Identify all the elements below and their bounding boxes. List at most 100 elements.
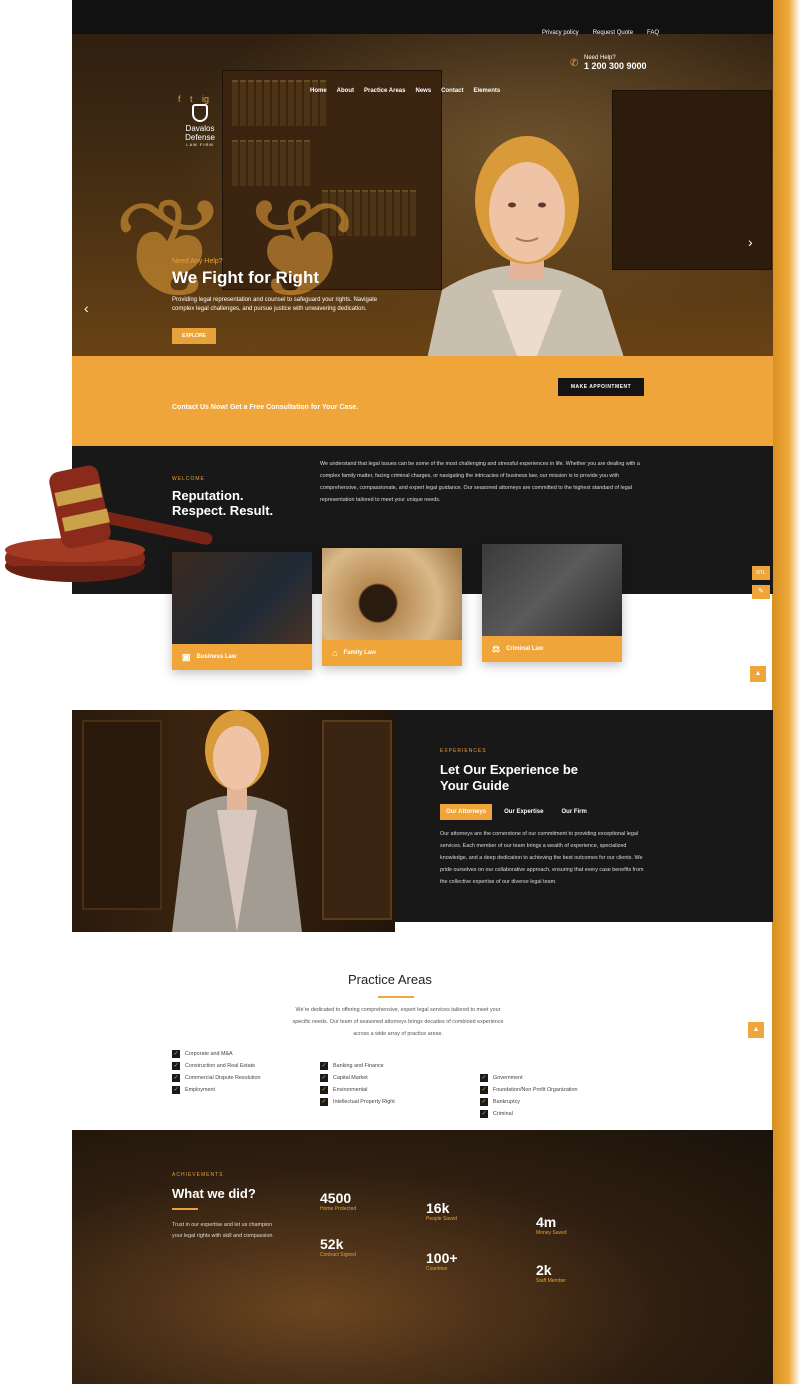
check-icon: ✓ — [480, 1110, 488, 1118]
experience-text: Our attorneys are the cornerstone of our… — [440, 831, 644, 885]
list-item: ✓ Government — [480, 1074, 523, 1082]
nav-contact[interactable]: Contact — [441, 88, 463, 94]
check-icon: ✓ — [480, 1086, 488, 1094]
phone-icon: ✆ — [570, 58, 579, 69]
experience-title: Let Our Experience be Your Guide — [440, 762, 578, 793]
gavel-icon: ⚖ — [492, 643, 501, 654]
logo-mark-icon — [192, 104, 208, 122]
stats-section — [72, 1130, 773, 1384]
nav-elements[interactable]: Elements — [474, 88, 501, 94]
briefcase-icon: ▣ — [182, 651, 191, 662]
hero-eyebrow: Need Any Help? — [172, 258, 223, 265]
stats-title: What we did? — [172, 1186, 256, 1201]
practice-column-3: ✓ Government ✓ Foundation/Non Profit Organ… — [480, 1072, 578, 1120]
cta-text: Contact Us Now! Get a Free Consultation … — [172, 404, 359, 411]
check-icon: ✓ — [172, 1074, 180, 1082]
tab-our-expertise[interactable]: Our Expertise — [498, 804, 549, 820]
practice-card-criminal[interactable]: ⚖ Criminal Law — [482, 544, 622, 662]
gavel-decoration — [5, 465, 213, 582]
hero-text: Providing legal representation and couns… — [172, 297, 378, 312]
scroll-top-button[interactable]: ▲ — [748, 1022, 764, 1038]
nav-home[interactable]: Home — [310, 88, 327, 94]
experience-attorney-photo — [72, 710, 395, 932]
check-icon: ✓ — [320, 1098, 328, 1106]
stat-item: 4500 Home Protected — [320, 1190, 357, 1212]
title-underline — [378, 996, 414, 998]
nav-practice-areas[interactable]: Practice Areas — [364, 88, 405, 94]
stat-item: 16k People Saved — [426, 1200, 458, 1222]
check-icon: ✓ — [320, 1074, 328, 1082]
stats-eyebrow: ACHIEVEMENTS — [172, 1172, 224, 1178]
title-underline — [172, 1208, 198, 1210]
tab-our-firm[interactable]: Our Firm — [555, 804, 592, 820]
family-law-photo — [322, 548, 462, 640]
list-item: ✓ Environmental — [320, 1086, 368, 1094]
website-mockup: ❦ ❦ ‹ › f t ig Davalos Defense LAW FIRM … — [72, 0, 773, 1384]
slider-prev-arrow[interactable]: ‹ — [84, 300, 89, 316]
tab-our-attorneys[interactable]: Our Attorneys — [440, 804, 493, 820]
card-label: Business Law — [196, 654, 237, 660]
list-item: ✓ Capital Market — [320, 1074, 368, 1082]
page-edge-decoration — [772, 0, 800, 1384]
slider-next-arrow[interactable]: › — [748, 234, 753, 250]
card-label: Family Law — [343, 650, 376, 656]
brand-name: Davalos Defense — [185, 124, 215, 142]
main-nav: Home About Practice Areas News Contact E… — [310, 88, 500, 94]
edit-icon[interactable]: ✎ — [752, 585, 770, 599]
stat-item: 4m Money Saved — [536, 1214, 567, 1236]
twitter-icon[interactable]: t — [190, 94, 193, 104]
practice-column-2: ✓ Banking and Finance ✓ Capital Market ✓ En… — [320, 1060, 395, 1108]
list-item: ✓ Corporate and M&A — [172, 1050, 233, 1058]
scroll-top-button[interactable]: ▲ — [750, 666, 766, 682]
check-icon: ✓ — [320, 1062, 328, 1070]
check-icon: ✓ — [172, 1086, 180, 1094]
stats-text: Trust in our expertise and let us champi… — [172, 1222, 274, 1239]
list-item: ✓ Commercial Dispute Resolution — [172, 1074, 261, 1082]
top-bar — [72, 0, 773, 34]
check-icon: ✓ — [172, 1062, 180, 1070]
hero-section: ❦ ❦ ‹ › — [72, 0, 773, 382]
hero-attorney-photo — [422, 136, 632, 382]
brand-tagline: LAW FIRM — [186, 142, 214, 147]
list-item: ✓ Construction and Real Estate — [172, 1062, 256, 1070]
check-icon: ✓ — [320, 1086, 328, 1094]
check-icon: ✓ — [480, 1074, 488, 1082]
phone-block[interactable]: ✆ Need Help? 1 200 300 9000 — [570, 55, 647, 71]
home-icon: ⌂ — [332, 648, 338, 658]
utility-links: Privacy policy Request Quote FAQ — [542, 30, 659, 36]
stat-item: 52k Contract Signed — [320, 1236, 356, 1258]
explore-button[interactable]: EXPLORE — [172, 328, 216, 344]
criminal-law-photo — [482, 544, 622, 636]
check-icon: ✓ — [172, 1050, 180, 1058]
faq-link[interactable]: FAQ — [647, 30, 659, 36]
cta-band — [72, 356, 773, 446]
list-item: ✓ Banking and Finance — [320, 1062, 384, 1070]
request-quote-link[interactable]: Request Quote — [593, 30, 633, 36]
experience-eyebrow: EXPERIENCES — [440, 748, 487, 754]
make-appointment-button[interactable]: MAKE APPOINTMENT — [558, 378, 644, 396]
list-item: ✓ Foundation/Non Profit Organization — [480, 1086, 578, 1094]
privacy-policy-link[interactable]: Privacy policy — [542, 30, 579, 36]
books — [232, 80, 326, 126]
list-item: ✓ Employment — [172, 1086, 215, 1094]
practice-areas-text: We're dedicated to offering comprehensiv… — [292, 1007, 504, 1037]
practice-column-1: ✓ Corporate and M&A ✓ Construction and Rea… — [172, 1048, 261, 1096]
nav-news[interactable]: News — [415, 88, 431, 94]
brand-logo[interactable]: Davalos Defense LAW FIRM — [172, 104, 228, 147]
check-icon: ✓ — [480, 1098, 488, 1106]
phone-number: 1 200 300 9000 — [584, 61, 647, 71]
practice-areas-title: Practice Areas — [348, 972, 432, 987]
facebook-icon[interactable]: f — [178, 94, 181, 104]
hero-title: We Fight for Right — [172, 268, 319, 287]
list-item: ✓ Criminal — [480, 1110, 513, 1118]
instagram-icon[interactable]: ig — [202, 94, 209, 104]
welcome-text: We understand that legal issues can be s… — [320, 461, 640, 503]
nav-about[interactable]: About — [337, 88, 354, 94]
stat-item: 100+ Countries — [426, 1250, 458, 1272]
experience-tabs: Our Attorneys Our Expertise Our Firm — [440, 804, 593, 820]
rtl-toggle-button[interactable]: RTL — [752, 566, 770, 580]
list-item: ✓ Bankruptcy — [480, 1098, 520, 1106]
stat-item: 2k Staff Member — [536, 1262, 566, 1284]
list-item: ✓ Intellectual Property Right — [320, 1098, 395, 1106]
practice-card-family[interactable]: ⌂ Family Law — [322, 548, 462, 666]
